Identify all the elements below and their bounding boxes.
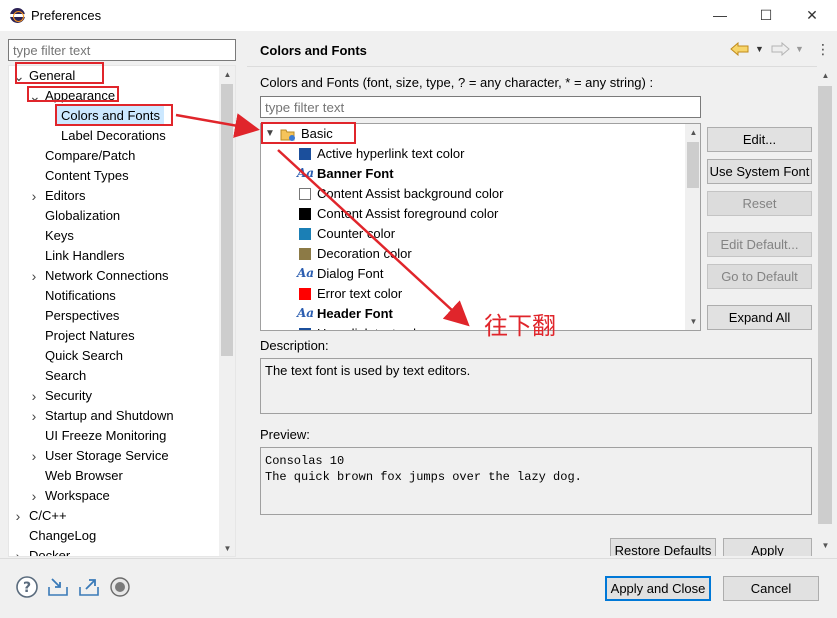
annotation-arrow-down [277,149,470,327]
annotation-arrow-right [175,113,260,138]
annotation-arrows [175,113,470,327]
annotation-scroll-down-text: 往下翻 [484,312,556,340]
